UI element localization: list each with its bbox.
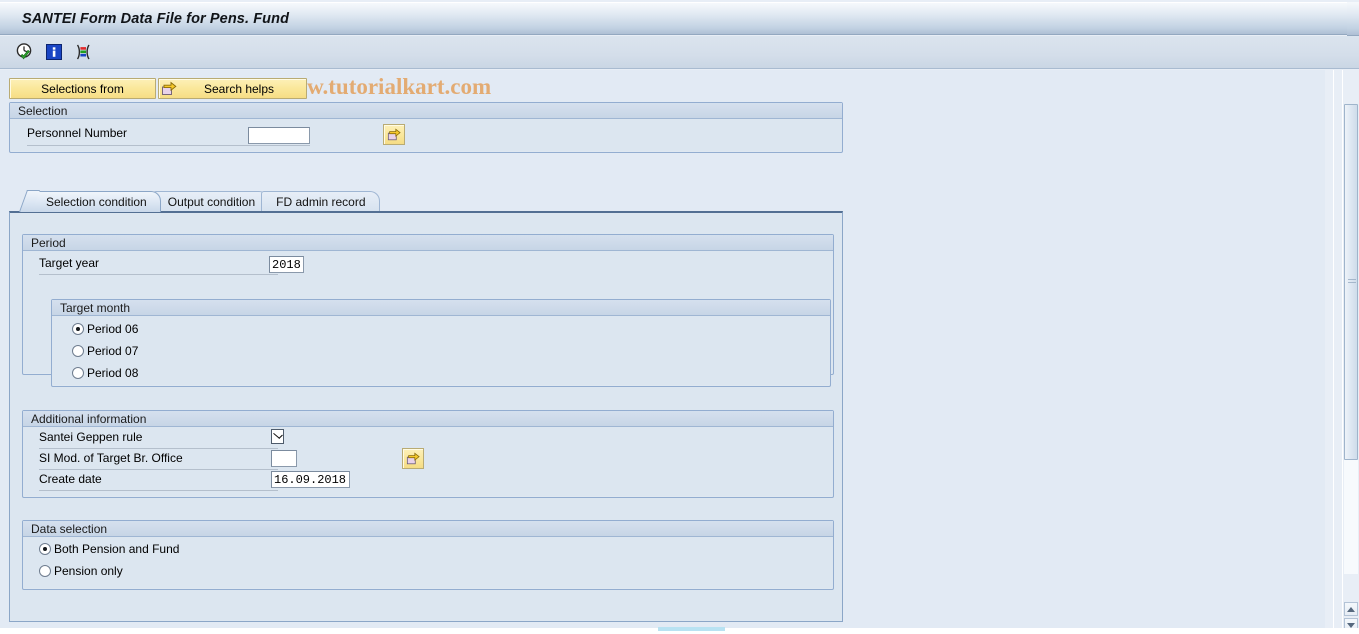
create-date-input[interactable] xyxy=(271,471,350,488)
radio-both-pension-and-fund[interactable]: Both Pension and Fund xyxy=(39,542,179,556)
radio-label-pension-only: Pension only xyxy=(54,564,123,578)
si-mod-target-br-office-label: SI Mod. of Target Br. Office xyxy=(39,451,183,465)
multi-selection-arrow-icon xyxy=(406,452,420,465)
data-selection-group-title: Data selection xyxy=(23,521,833,537)
radio-label-period-07: Period 07 xyxy=(87,344,139,358)
radio-indicator-period-06 xyxy=(72,323,84,335)
santei-geppen-rule-label: Santei Geppen rule xyxy=(39,430,143,444)
personnel-number-row: Personnel Number xyxy=(27,126,127,140)
additional-information-group-box: Additional information Santei Geppen rul… xyxy=(22,410,834,498)
tab-output-condition[interactable]: Output condition xyxy=(152,191,270,212)
radio-label-period-08: Period 08 xyxy=(87,366,139,380)
window-title-bar: SANTEI Form Data File for Pens. Fund xyxy=(0,2,1347,35)
tabstrip: Selection condition Output condition FD … xyxy=(9,190,843,622)
data-selection-group-box: Data selection Both Pension and Fund Pen… xyxy=(22,520,834,590)
selection-group-box: Selection Personnel Number xyxy=(9,102,843,153)
radio-period-06[interactable]: Period 06 xyxy=(72,322,138,336)
radio-indicator-period-08 xyxy=(72,367,84,379)
status-bar-progress-indicator xyxy=(658,627,725,631)
radio-label-both-pension-and-fund: Both Pension and Fund xyxy=(54,542,180,556)
personnel-number-multi-select-button[interactable] xyxy=(383,124,405,145)
sap-gui-window: SANTEI Form Data File for Pens. Fund © w… xyxy=(0,0,1359,634)
si-mod-label-underline xyxy=(39,469,278,470)
additional-information-group-title: Additional information xyxy=(23,411,833,427)
selection-group-title: Selection xyxy=(10,103,842,119)
create-date-label-underline xyxy=(39,490,278,491)
target-year-input[interactable] xyxy=(269,256,304,273)
tab-selection-condition-label: Selection condition xyxy=(46,195,147,209)
target-month-group-body: Period 06 Period 07 Period 08 xyxy=(52,316,830,385)
si-mod-row: SI Mod. of Target Br. Office xyxy=(39,451,183,465)
info-icon[interactable] xyxy=(44,42,64,62)
selections-from-button[interactable]: Selections from xyxy=(9,78,156,99)
tab-panel-selection-condition: Period Target year Target month Period xyxy=(9,211,843,622)
tab-output-condition-label: Output condition xyxy=(167,195,256,209)
santei-geppen-label-underline xyxy=(39,448,278,449)
vertical-scrollbar[interactable] xyxy=(1342,70,1359,634)
personnel-number-label: Personnel Number xyxy=(27,126,128,140)
selections-from-label: Selections from xyxy=(41,81,124,96)
search-helps-button[interactable]: Search helps xyxy=(158,78,307,99)
tab-left-edge xyxy=(18,190,41,212)
create-date-row: Create date xyxy=(39,472,102,486)
application-toolbar: © www.tutorialkart.com xyxy=(0,36,1359,99)
radio-label-period-06: Period 06 xyxy=(87,322,139,336)
selection-button-row: Selections from Search helps xyxy=(9,78,307,99)
tab-list: Selection condition Output condition FD … xyxy=(9,190,380,212)
multi-selection-arrow-icon xyxy=(162,81,177,95)
santei-geppen-row: Santei Geppen rule xyxy=(39,430,142,444)
radio-period-08[interactable]: Period 08 xyxy=(72,366,138,380)
si-mod-multi-select-button[interactable] xyxy=(402,448,424,469)
search-helps-label: Search helps xyxy=(203,81,275,96)
period-group-box: Period Target year Target month Period xyxy=(22,234,834,387)
si-mod-target-br-office-input[interactable] xyxy=(271,450,297,467)
selection-group-body: Personnel Number xyxy=(10,119,842,151)
title-bar-right-cap xyxy=(1347,2,1359,36)
additional-information-group-body: Santei Geppen rule SI Mod. of Target Br.… xyxy=(23,427,833,496)
radio-period-07[interactable]: Period 07 xyxy=(72,344,138,358)
create-date-label: Create date xyxy=(39,472,102,486)
scrollbar-grip xyxy=(1348,279,1356,285)
toolbar-icon-group xyxy=(15,42,93,62)
scroll-up-arrow-icon-bottom[interactable] xyxy=(1344,602,1358,616)
radio-pension-only[interactable]: Pension only xyxy=(39,564,123,578)
target-year-label: Target year xyxy=(39,256,100,270)
data-selection-group-body: Both Pension and Fund Pension only xyxy=(23,537,833,588)
window-title: SANTEI Form Data File for Pens. Fund xyxy=(22,11,290,27)
personnel-number-input[interactable] xyxy=(248,127,310,144)
multi-selection-arrow-icon xyxy=(387,128,401,141)
target-month-group-box: Target month Period 06 Period 07 Period … xyxy=(51,299,831,387)
personnel-number-label-underline xyxy=(27,145,310,146)
tab-selection-condition[interactable]: Selection condition xyxy=(18,190,161,212)
period-group-body: Target year Target month Period 06 xyxy=(23,251,833,387)
target-year-label-underline xyxy=(39,274,278,275)
target-year-row: Target year xyxy=(39,256,99,270)
execute-clock-icon[interactable] xyxy=(15,42,35,62)
content-right-divider xyxy=(1333,70,1334,634)
radio-indicator-period-07 xyxy=(72,345,84,357)
scrollbar-thumb[interactable] xyxy=(1344,104,1358,460)
radio-indicator-both-pension-and-fund xyxy=(39,543,51,555)
santei-geppen-rule-checkbox[interactable] xyxy=(271,429,284,444)
radio-indicator-pension-only xyxy=(39,565,51,577)
target-month-group-title: Target month xyxy=(52,300,830,316)
period-group-title: Period xyxy=(23,235,833,251)
tab-fd-admin-record-label: FD admin record xyxy=(276,195,366,209)
tab-fd-admin-record[interactable]: FD admin record xyxy=(261,191,380,212)
variant-bracket-icon[interactable] xyxy=(73,42,93,62)
